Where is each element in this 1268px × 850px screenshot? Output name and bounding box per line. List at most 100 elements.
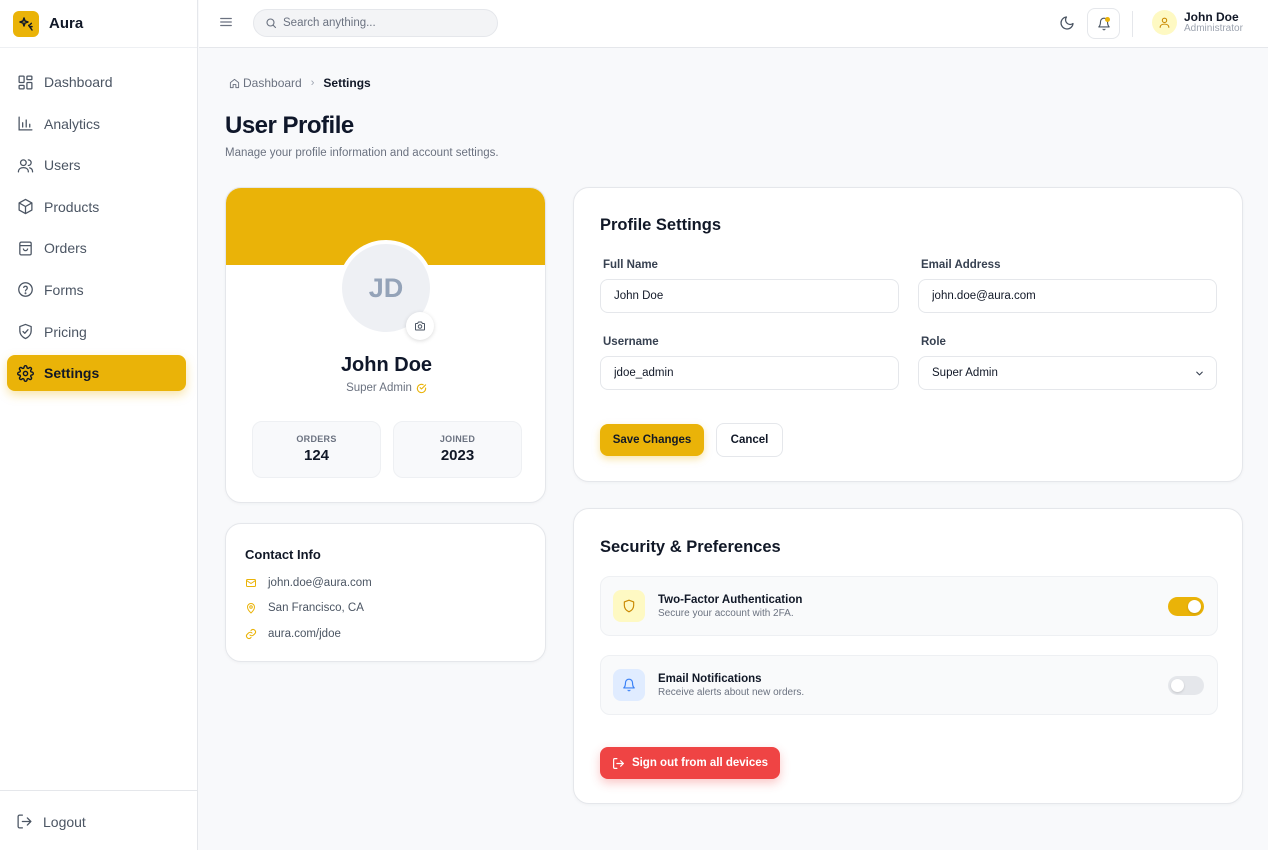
two-factor-title: Two-Factor Authentication xyxy=(658,594,803,606)
sidebar-footer: Logout xyxy=(0,790,198,850)
stat-value: 2023 xyxy=(440,447,475,464)
header-user-role: Administrator xyxy=(1184,22,1243,34)
sidebar-item-users[interactable]: Users xyxy=(7,147,186,183)
profile-role: Super Admin xyxy=(346,382,412,394)
two-factor-desc: Secure your account with 2FA. xyxy=(658,608,794,619)
menu-toggle-icon[interactable] xyxy=(219,15,233,29)
sidebar: Aura Dashboard Analytics Users Products … xyxy=(0,0,198,850)
email-notifications-desc: Receive alerts about new orders. xyxy=(658,687,805,698)
stat-label: JOINED xyxy=(439,434,476,444)
bar-chart-icon xyxy=(16,115,34,133)
sidebar-item-label: Analytics xyxy=(44,115,101,132)
profile-settings-title: Profile Settings xyxy=(600,216,722,234)
notification-dot xyxy=(1105,17,1110,22)
header-user-name: John Doe xyxy=(1184,9,1239,24)
logout-icon xyxy=(16,813,33,830)
map-pin-icon xyxy=(245,602,258,614)
chevron-down-icon xyxy=(1194,368,1205,379)
brand[interactable]: Aura xyxy=(0,0,197,48)
profile-settings-card: Profile Settings Full Name Email Address… xyxy=(573,187,1243,482)
dark-mode-toggle-icon[interactable] xyxy=(1059,15,1075,31)
stat-joined: JOINED 2023 xyxy=(393,421,522,478)
username-field[interactable] xyxy=(600,356,899,390)
dashboard-grid-icon xyxy=(16,73,34,91)
search-icon xyxy=(265,17,277,29)
sidebar-item-settings[interactable]: Settings xyxy=(7,355,186,392)
shield-check-icon xyxy=(16,323,34,341)
breadcrumb: Dashboard › Settings xyxy=(229,76,371,90)
contact-website[interactable]: aura.com/jdoe xyxy=(268,628,341,640)
shopping-bag-icon xyxy=(16,239,34,257)
help-circle-icon xyxy=(16,281,34,299)
sidebar-item-pricing[interactable]: Pricing xyxy=(7,314,186,350)
sidebar-item-products[interactable]: Products xyxy=(7,189,186,225)
sidebar-item-label: Dashboard xyxy=(44,74,113,90)
role-select-value: Super Admin xyxy=(932,367,998,379)
notifications-button[interactable] xyxy=(1087,8,1120,39)
sign-out-label: Sign out from all devices xyxy=(631,757,769,769)
change-photo-button[interactable] xyxy=(406,312,434,340)
sign-out-all-devices-button[interactable]: Sign out from all devices xyxy=(600,747,780,779)
contact-email-row: john.doe@aura.com xyxy=(245,577,372,589)
email-notifications-toggle[interactable] xyxy=(1168,676,1204,695)
sidebar-item-label: Pricing xyxy=(44,323,87,340)
email-field[interactable] xyxy=(918,279,1217,313)
full-name-field[interactable] xyxy=(600,279,899,313)
toggle-knob xyxy=(1171,679,1184,692)
link-icon xyxy=(245,628,258,640)
header-divider xyxy=(1132,11,1133,37)
cancel-button[interactable]: Cancel xyxy=(716,423,783,457)
full-name-input[interactable] xyxy=(614,290,874,302)
sidebar-item-label: Forms xyxy=(44,281,84,298)
bell-icon xyxy=(613,669,645,701)
stat-orders: ORDERS 124 xyxy=(252,421,381,478)
contact-location-row: San Francisco, CA xyxy=(245,602,364,614)
user-icon xyxy=(1158,16,1171,29)
toggle-knob xyxy=(1188,600,1201,613)
contact-email[interactable]: john.doe@aura.com xyxy=(268,577,372,589)
sidebar-item-label: Settings xyxy=(44,365,100,382)
sidebar-item-label: Users xyxy=(44,157,81,174)
role-select[interactable]: Super Admin xyxy=(918,356,1217,390)
sidebar-item-orders[interactable]: Orders xyxy=(7,230,186,266)
contact-title: Contact Info xyxy=(245,547,321,562)
email-notifications-row: Email Notifications Receive alerts about… xyxy=(600,655,1218,715)
profile-card: JD John Doe Super Admin ORDERS 124 JOINE… xyxy=(225,187,546,503)
breadcrumb-current: Settings xyxy=(323,76,371,90)
page-subtitle: Manage your profile information and acco… xyxy=(225,147,499,159)
top-header: John Doe Administrator xyxy=(199,0,1268,48)
full-name-label: Full Name xyxy=(603,259,658,271)
sidebar-item-dashboard[interactable]: Dashboard xyxy=(7,64,186,100)
contact-website-row: aura.com/jdoe xyxy=(245,628,341,640)
avatar xyxy=(1152,10,1177,35)
sidebar-item-analytics[interactable]: Analytics xyxy=(7,106,186,142)
email-input[interactable] xyxy=(932,290,1192,302)
gear-icon xyxy=(16,364,34,382)
stat-label: ORDERS xyxy=(296,434,337,444)
sidebar-item-label: Products xyxy=(44,198,100,215)
username-input[interactable] xyxy=(614,367,874,379)
profile-role-row: Super Admin xyxy=(226,382,545,394)
search-bar[interactable] xyxy=(253,9,498,37)
contact-location: San Francisco, CA xyxy=(268,602,364,614)
profile-name: John Doe xyxy=(340,354,433,376)
breadcrumb-home[interactable]: Dashboard xyxy=(243,76,302,90)
box-icon xyxy=(16,198,34,216)
search-input[interactable] xyxy=(283,17,483,29)
logout-button[interactable]: Logout xyxy=(16,813,86,830)
verified-badge-icon xyxy=(416,383,427,394)
home-icon xyxy=(229,78,240,89)
two-factor-toggle[interactable] xyxy=(1168,597,1204,616)
mail-icon xyxy=(245,577,258,589)
sidebar-item-forms[interactable]: Forms xyxy=(7,272,186,308)
aura-logo-icon xyxy=(13,10,39,37)
page-title: User Profile xyxy=(225,112,354,139)
user-menu[interactable]: John Doe Administrator xyxy=(1152,10,1243,35)
contact-info-card: Contact Info john.doe@aura.com San Franc… xyxy=(225,523,546,662)
role-label: Role xyxy=(921,336,946,348)
sidebar-nav: Dashboard Analytics Users Products Order… xyxy=(0,64,198,397)
username-label: Username xyxy=(603,336,659,348)
email-label: Email Address xyxy=(921,259,1001,271)
save-changes-button[interactable]: Save Changes xyxy=(600,424,704,456)
security-title: Security & Preferences xyxy=(600,538,781,556)
